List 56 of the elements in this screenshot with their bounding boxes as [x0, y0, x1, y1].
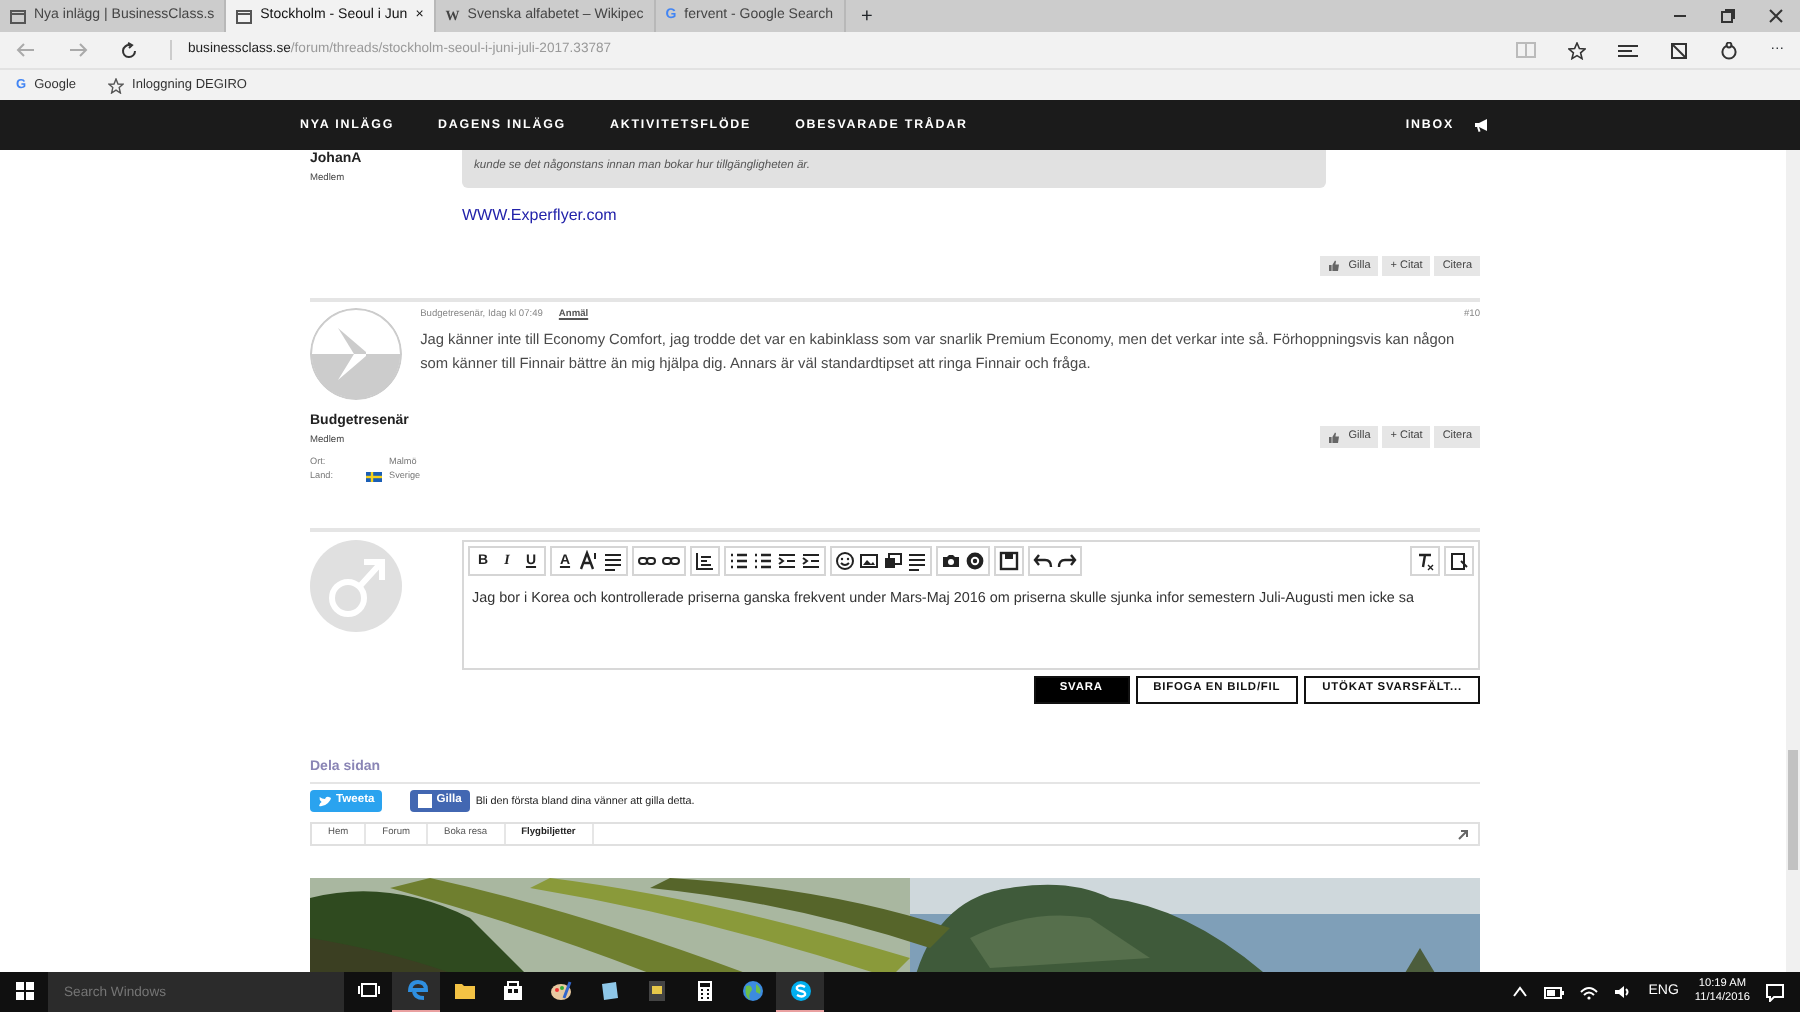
list-icon[interactable] [752, 549, 774, 572]
bird-icon [318, 795, 332, 808]
wifi-icon[interactable] [1580, 985, 1599, 999]
disc-icon[interactable] [964, 549, 986, 572]
scrollbar[interactable] [1786, 150, 1800, 972]
text-lines-icon[interactable] [906, 549, 928, 572]
save-icon[interactable] [998, 549, 1020, 572]
camera-icon[interactable] [940, 549, 962, 572]
indent-icon[interactable] [800, 549, 822, 572]
taskbar-app-button[interactable] [776, 972, 824, 1012]
font-size-icon[interactable] [578, 549, 600, 572]
page-icon [236, 9, 253, 23]
smiley-icon[interactable] [834, 549, 856, 572]
pages-icon[interactable] [882, 549, 904, 572]
battery-icon[interactable] [1544, 985, 1565, 999]
windows-icon [15, 981, 33, 1000]
refresh-icon[interactable] [120, 41, 138, 59]
new-tab-button[interactable]: + [845, 1, 889, 31]
page-icon [10, 9, 26, 23]
menu-icon[interactable] [1618, 43, 1639, 57]
globe-icon [741, 980, 763, 1003]
shopping-bag-icon [501, 980, 523, 1003]
restore-icon[interactable] [1720, 8, 1736, 24]
s-chat-icon [789, 979, 811, 1002]
pen-icon[interactable] [1670, 41, 1689, 59]
thumbs-up-icon [1328, 259, 1341, 272]
undo-icon[interactable] [1032, 549, 1054, 572]
website-link[interactable]: WWW.Experflyer.com [462, 203, 617, 228]
text-lines-icon[interactable] [602, 549, 624, 572]
share-icon[interactable] [1720, 41, 1739, 59]
book-icon [645, 980, 667, 1003]
megaphone-icon[interactable] [1474, 118, 1490, 132]
clear-format-icon[interactable] [1414, 549, 1436, 572]
notifications-icon[interactable] [1766, 983, 1784, 1001]
note-icon [597, 980, 619, 1003]
indent-icon[interactable] [776, 549, 798, 572]
align-icon[interactable] [694, 549, 716, 572]
list-icon[interactable] [728, 549, 750, 572]
expand-icon[interactable] [1456, 827, 1470, 842]
avatar-plane-icon [310, 308, 402, 401]
avatar-male-icon [310, 539, 402, 632]
image-icon[interactable] [858, 549, 880, 572]
star-icon[interactable] [1568, 41, 1587, 59]
chevron-up-icon[interactable] [1512, 986, 1529, 998]
speaker-icon[interactable] [1614, 984, 1633, 1000]
close-icon[interactable] [1768, 8, 1784, 24]
browser-e-icon [405, 979, 427, 1002]
paste-icon[interactable] [1448, 549, 1470, 572]
redo-icon[interactable] [1056, 549, 1078, 572]
taskbar-app-button[interactable] [392, 972, 440, 1012]
calculator-icon [693, 980, 715, 1003]
star-icon [108, 77, 125, 93]
palette-icon [549, 980, 571, 1003]
task-view-icon [357, 981, 379, 998]
folder-icon [453, 980, 475, 1003]
thumbs-up-icon [1328, 431, 1341, 444]
